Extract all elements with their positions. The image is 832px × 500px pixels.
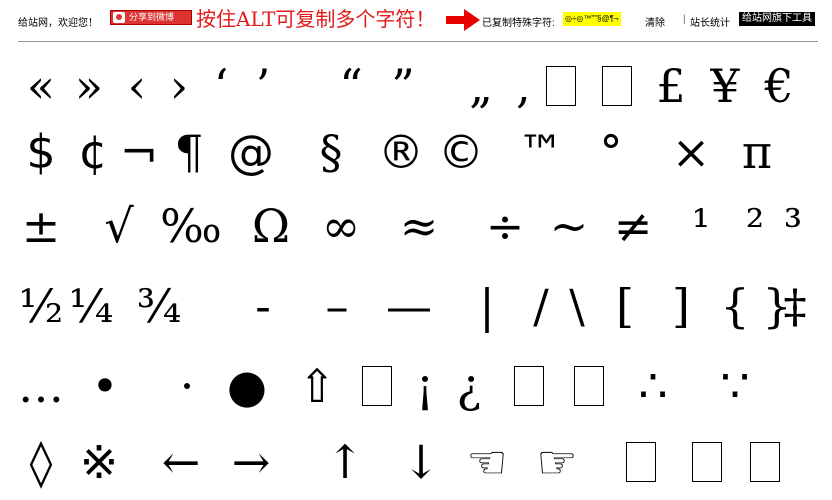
char-cell[interactable]: ≠	[610, 194, 656, 258]
char-cell[interactable]: $	[18, 120, 64, 184]
missing-glyph-box	[750, 442, 780, 482]
char-cell[interactable]: «	[18, 54, 64, 118]
stats-link[interactable]: 站长统计	[690, 14, 730, 29]
arrow-right-icon	[446, 9, 480, 31]
char-cell[interactable]: ¿	[446, 354, 492, 418]
missing-glyph-box	[362, 366, 392, 406]
char-cell[interactable]: ”	[380, 54, 426, 118]
char-cell[interactable]	[684, 430, 730, 494]
char-cell[interactable]: π	[734, 120, 780, 184]
char-cell[interactable]: ●	[224, 354, 270, 418]
weibo-icon	[113, 12, 125, 23]
char-cell[interactable]: ¡	[402, 354, 448, 418]
char-cell[interactable]: ≈	[396, 194, 442, 258]
char-cell[interactable]: Ω	[248, 194, 294, 258]
char-cell[interactable]	[566, 354, 612, 418]
missing-glyph-box	[514, 366, 544, 406]
char-cell[interactable]: ‘	[198, 54, 244, 118]
share-weibo-button[interactable]: 分享到微博	[110, 10, 192, 25]
char-cell[interactable]: ∵	[712, 354, 758, 418]
missing-glyph-box	[626, 442, 656, 482]
char-cell[interactable]: –	[314, 274, 360, 338]
missing-glyph-box	[574, 366, 604, 406]
char-cell[interactable]: ]	[658, 274, 704, 338]
char-cell[interactable]: [	[602, 274, 648, 338]
char-cell[interactable]: ‹	[114, 54, 160, 118]
alt-copy-slogan: 按住ALT可复制多个字符！	[196, 7, 436, 31]
missing-glyph-box	[546, 66, 576, 106]
char-cell[interactable]: →	[228, 430, 274, 494]
char-cell[interactable]: „	[458, 54, 504, 118]
char-cell[interactable]: ∴	[630, 354, 676, 418]
tools-link[interactable]: 给站网旗下工具	[739, 12, 815, 26]
char-cell[interactable]: §	[308, 120, 354, 184]
char-cell[interactable]	[538, 54, 584, 118]
copied-label: 已复制特殊字符:	[482, 18, 555, 29]
char-cell[interactable]: °	[588, 120, 634, 184]
char-cell[interactable]: @	[228, 120, 274, 184]
char-cell[interactable]: •	[82, 354, 128, 418]
char-cell[interactable]: ¾	[136, 274, 182, 338]
welcome-text: 给站网，欢迎您！	[18, 18, 98, 29]
missing-glyph-box	[602, 66, 632, 106]
char-cell[interactable]	[594, 54, 640, 118]
char-cell[interactable]: ±	[18, 194, 64, 258]
clear-link[interactable]: 清除	[645, 14, 665, 29]
char-cell[interactable]	[354, 354, 400, 418]
char-cell[interactable]: »	[66, 54, 112, 118]
copied-characters-field[interactable]: ◎÷◎™""§@¶¬	[563, 12, 621, 26]
char-cell[interactable]: ¼	[68, 274, 114, 338]
char-cell[interactable]: \	[554, 274, 600, 338]
char-cell[interactable]: ·	[164, 354, 210, 418]
char-cell[interactable]	[506, 354, 552, 418]
missing-glyph-box	[692, 442, 722, 482]
header-divider	[18, 41, 818, 42]
char-cell[interactable]: “	[328, 54, 374, 118]
char-cell[interactable]: ∞	[318, 194, 364, 258]
char-cell[interactable]: ~	[546, 194, 592, 258]
char-cell[interactable]: ½	[18, 274, 64, 338]
char-cell[interactable]: ↓	[398, 430, 444, 494]
char-cell[interactable]: ↑	[322, 430, 368, 494]
char-cell[interactable]: ◊	[18, 430, 64, 494]
char-cell[interactable]: ☜	[464, 430, 510, 494]
char-cell[interactable]: ‡	[772, 274, 818, 338]
char-cell[interactable]: £	[648, 54, 694, 118]
char-cell[interactable]: …	[18, 354, 64, 418]
char-cell[interactable]: ™	[518, 120, 564, 184]
top-bar: 给站网，欢迎您！ 分享到微博 按住ALT可复制多个字符！ 已复制特殊字符: ◎÷…	[0, 0, 832, 40]
character-grid: «» ‹ › ‘’ “” „ ‚ £ ¥ € $ ¢ ¬ ¶ @ § ® © ™ ° × π ± √ ‰ Ω ∞ ≈ ÷ ~ ≠ ¹ ² ³ ½ ¼ ¾…	[18, 54, 818, 500]
char-cell[interactable]: |	[464, 274, 510, 338]
share-button-label: 分享到微博	[129, 12, 175, 22]
char-cell[interactable]: ’	[240, 54, 286, 118]
char-cell[interactable]: ¬	[116, 120, 162, 184]
char-cell[interactable]: ®	[378, 120, 424, 184]
char-cell[interactable]: √	[96, 194, 142, 258]
link-separator: |	[683, 14, 686, 25]
char-cell[interactable]: {	[712, 274, 758, 338]
char-cell[interactable]: ©	[438, 120, 484, 184]
char-cell[interactable]: ×	[668, 120, 714, 184]
char-cell[interactable]: ‰	[160, 194, 222, 258]
char-cell[interactable]: ←	[158, 430, 204, 494]
char-cell[interactable]: ›	[156, 54, 202, 118]
char-cell[interactable]: ÷	[482, 194, 528, 258]
char-cell[interactable]: ¥	[702, 54, 748, 118]
char-cell[interactable]	[742, 430, 788, 494]
char-cell[interactable]: —	[386, 274, 432, 338]
char-cell[interactable]: ¶	[166, 120, 212, 184]
char-cell[interactable]: ☞	[534, 430, 580, 494]
char-cell[interactable]: ⇧	[294, 354, 340, 418]
char-cell[interactable]: ※	[76, 430, 122, 494]
char-cell[interactable]: ³	[770, 194, 816, 258]
char-cell[interactable]: ¢	[70, 120, 116, 184]
char-cell[interactable]: €	[756, 54, 802, 118]
char-cell[interactable]: ¹	[678, 194, 724, 258]
char-cell[interactable]: -	[240, 274, 286, 338]
char-cell[interactable]	[618, 430, 664, 494]
